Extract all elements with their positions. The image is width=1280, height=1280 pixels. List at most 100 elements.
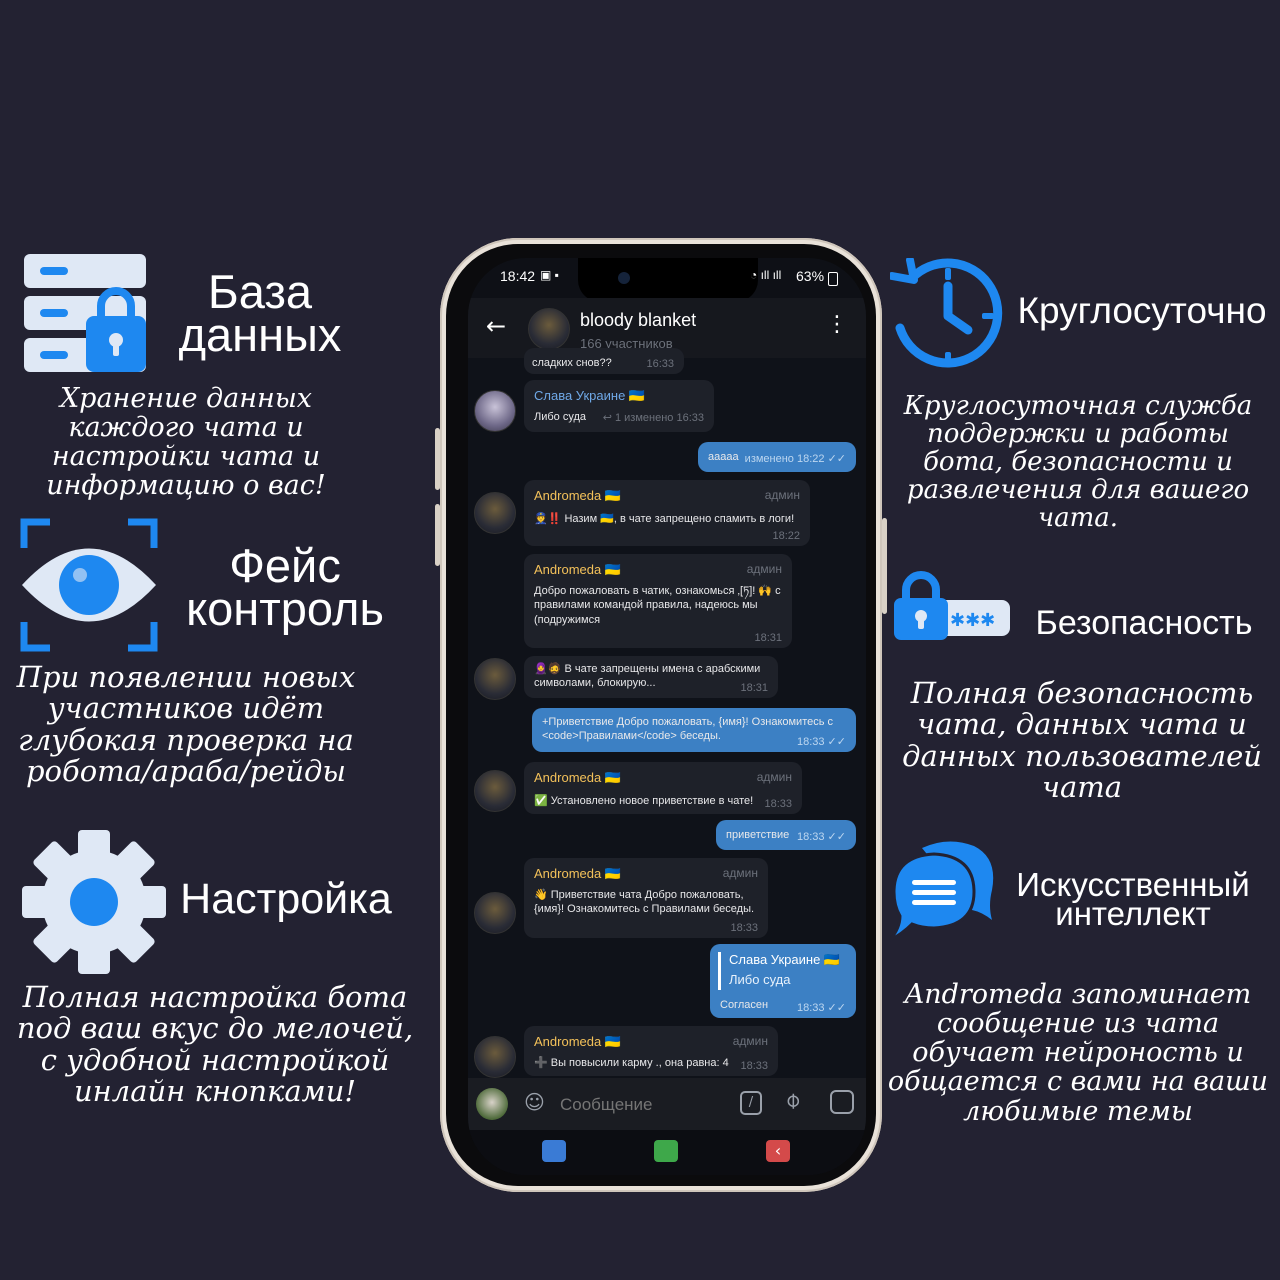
svg-text:✱✱✱: ✱✱✱ <box>950 610 995 631</box>
message-text: Согласен <box>720 999 769 1011</box>
message-bubble[interactable]: Andromeda 🇺🇦 админ Добро пожаловать в ча… <box>524 554 792 648</box>
message-text: ааааа <box>708 451 739 463</box>
clock-icon <box>888 256 1004 370</box>
message-text: ➕ Вы повысили карму ., она равна: 4 <box>534 1057 729 1069</box>
status-bar: 18:42 ▣ ▪ ◔ ıll ıll 63% <box>468 268 866 292</box>
message-composer: ☺ / ⌀ <box>468 1078 866 1130</box>
message-time: 16:33 <box>646 358 674 370</box>
message-text: 👋 Приветствие чата Добро пожаловать, {им… <box>534 889 755 916</box>
navigation-bar: ‹ <box>468 1130 866 1175</box>
face-control-title: Фейс контроль <box>160 542 410 632</box>
message-time: 18:33 ✓✓ <box>796 1002 846 1014</box>
message-bubble[interactable]: Andromeda 🇺🇦 админ ➕ Вы повысили карму .… <box>524 1026 778 1076</box>
chat-messages[interactable]: сладких снов?? 16:33 Слава Украине 🇺🇦 Ли… <box>468 348 866 1078</box>
chat-avatar[interactable] <box>528 308 570 350</box>
security-description: Полная безопасность чата, данных чата и … <box>902 676 1262 804</box>
message-time: 18:31 <box>740 682 768 694</box>
commands-icon[interactable]: / <box>740 1091 762 1115</box>
signal-icon: ◔ ıll ıll <box>750 268 782 282</box>
message-time: 18:31 <box>754 632 782 644</box>
power-button <box>882 518 887 614</box>
message-bubble-out[interactable]: Слава Украине 🇺🇦 Либо суда Согласен 18:3… <box>710 944 856 1018</box>
message-time: изменено 18:22 ✓✓ <box>744 453 846 465</box>
ai-description: Andromeda запоминает сообщение из чата о… <box>887 979 1269 1127</box>
volume-button <box>435 428 440 490</box>
user-avatar[interactable] <box>474 390 516 432</box>
message-text: приветствие <box>726 829 790 841</box>
status-app-icons: ▣ ▪ <box>540 268 559 282</box>
battery-icon <box>828 272 838 286</box>
message-text: сладких снов?? <box>532 357 612 369</box>
message-time: 18:22 <box>772 530 800 542</box>
bot-avatar[interactable] <box>474 492 516 534</box>
message-bubble-out[interactable]: приветствие 18:33 ✓✓ <box>716 820 856 850</box>
attach-icon[interactable]: ⌀ <box>779 1087 806 1114</box>
phone-screen: 18:42 ▣ ▪ ◔ ıll ıll 63% ← bloody blanket… <box>468 258 866 1175</box>
message-text: Добро пожаловать в чатик, ознакомься ‚[ཏ… <box>534 585 781 626</box>
message-sender: Andromeda 🇺🇦 <box>534 562 622 577</box>
user-avatar[interactable] <box>476 1088 508 1120</box>
admin-badge: админ <box>764 488 800 502</box>
face-control-description: При появлении новых участников идёт глуб… <box>16 660 356 788</box>
bot-avatar[interactable] <box>474 1036 516 1078</box>
admin-badge: админ <box>756 770 792 784</box>
chat-title[interactable]: bloody blanket <box>580 310 696 331</box>
battery-level: 63% <box>796 268 825 284</box>
database-title-line2: данных <box>178 308 342 361</box>
message-sender: Andromeda 🇺🇦 <box>534 866 622 881</box>
admin-badge: админ <box>722 866 758 880</box>
back-arrow-icon[interactable]: ← <box>486 312 506 340</box>
message-time: 18:33 <box>764 798 792 810</box>
database-title: База данных <box>160 268 360 358</box>
message-bubble[interactable]: Andromeda 🇺🇦 админ 👮‼️ Назим 🇺🇦, в чате … <box>524 480 810 546</box>
password-lock-icon: ✱✱✱ <box>894 566 1012 640</box>
message-bubble[interactable]: Andromeda 🇺🇦 админ ✅ Установлено новое п… <box>524 762 802 814</box>
back-icon[interactable]: ‹ <box>766 1140 790 1162</box>
message-bubble-out[interactable]: ааааа изменено 18:22 ✓✓ <box>698 442 856 472</box>
round-clock-title: Круглосуточно <box>1017 290 1267 331</box>
message-bubble[interactable]: Слава Украине 🇺🇦 Либо суда ↩ 1 изменено … <box>524 380 714 432</box>
message-time: 18:33 ✓✓ <box>796 736 846 748</box>
home-icon[interactable] <box>654 1140 678 1162</box>
message-text: 👮‼️ Назим 🇺🇦, в чате запрещено спамить в… <box>534 513 795 525</box>
message-text: Либо суда <box>534 411 587 423</box>
message-sender: Слава Украине 🇺🇦 <box>534 388 646 403</box>
round-clock-description: Круглосуточная служба поддержки и работы… <box>903 391 1253 534</box>
chat-bubble-icon <box>888 838 998 942</box>
camera-icon[interactable] <box>830 1090 854 1114</box>
reply-text: Либо суда <box>729 972 791 987</box>
message-bubble[interactable]: Andromeda 🇺🇦 админ 👋 Приветствие чата До… <box>524 858 768 938</box>
message-bubble[interactable]: 🧕🧔 В чате запрещены имена с арабскими си… <box>524 656 778 698</box>
message-time: ↩ 1 изменено 16:33 <box>602 412 704 424</box>
reply-quote[interactable]: Слава Украине 🇺🇦 Либо суда <box>718 952 848 990</box>
eye-icon <box>20 516 158 654</box>
bot-avatar[interactable] <box>474 892 516 934</box>
bot-avatar[interactable] <box>474 658 516 700</box>
emoji-icon[interactable]: ☺ <box>524 1090 545 1114</box>
admin-badge: админ <box>732 1034 768 1048</box>
gear-icon <box>22 830 166 974</box>
security-title: Безопасность <box>1035 604 1253 642</box>
message-sender: Andromeda 🇺🇦 <box>534 488 622 503</box>
settings-title: Настройка <box>180 875 392 923</box>
reply-sender: Слава Украине 🇺🇦 <box>729 952 841 967</box>
message-time: 18:33 <box>740 1060 768 1072</box>
database-description: Хранение данных каждого чата и настройки… <box>46 383 326 502</box>
admin-badge: админ <box>746 562 782 576</box>
status-time: 18:42 <box>500 268 536 284</box>
bot-avatar[interactable] <box>474 770 516 812</box>
recent-apps-icon[interactable] <box>542 1140 566 1162</box>
message-sender: Andromeda 🇺🇦 <box>534 1034 622 1049</box>
volume-button <box>435 504 440 566</box>
settings-description: Полная настройка бота под ваш вкус до ме… <box>16 980 414 1108</box>
message-sender: Andromeda 🇺🇦 <box>534 770 622 785</box>
database-icon <box>24 254 164 374</box>
message-bubble-out[interactable]: +Приветствие Добро пожаловать, {имя}! Оз… <box>532 708 856 752</box>
message-bubble[interactable]: сладких снов?? 16:33 <box>524 348 684 374</box>
message-text: ✅ Установлено новое приветствие в чате! <box>534 795 754 807</box>
phone-frame: 18:42 ▣ ▪ ◔ ıll ıll 63% ← bloody blanket… <box>435 238 887 1192</box>
message-input[interactable] <box>558 1090 732 1120</box>
message-text: 🧕🧔 В чате запрещены имена с арабскими си… <box>534 663 761 690</box>
message-time: 18:33 ✓✓ <box>796 831 846 843</box>
more-menu-icon[interactable]: ⋮ <box>826 312 848 337</box>
